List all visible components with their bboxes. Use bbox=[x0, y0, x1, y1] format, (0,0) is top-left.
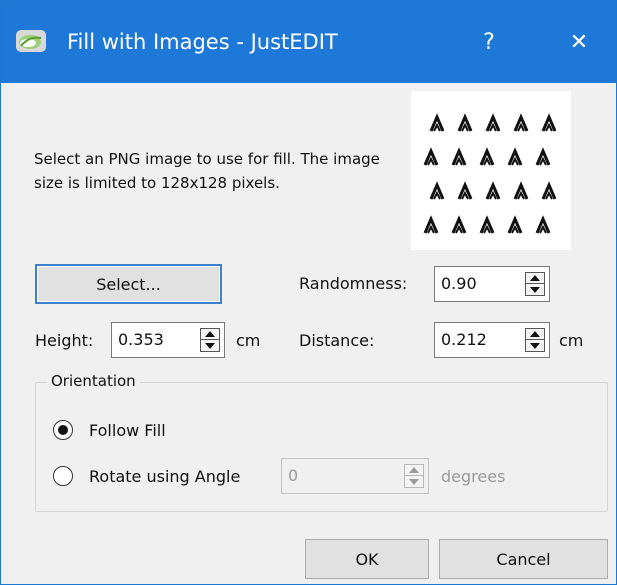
height-increment-icon[interactable] bbox=[201, 329, 219, 340]
preview-glyph bbox=[451, 217, 467, 235]
angle-spinner bbox=[404, 464, 424, 488]
distance-unit: cm bbox=[559, 331, 584, 350]
distance-spinbox[interactable]: 0.212 bbox=[434, 322, 550, 358]
preview-glyph bbox=[541, 183, 557, 201]
preview-glyph bbox=[457, 183, 473, 201]
randomness-label: Randomness: bbox=[299, 274, 408, 293]
height-spinbox[interactable]: 0.353 bbox=[111, 322, 225, 358]
preview-glyph bbox=[451, 149, 467, 167]
angle-increment-icon bbox=[405, 465, 423, 476]
angle-spinbox: 0 bbox=[281, 458, 429, 494]
fill-with-images-dialog: Fill with Images - JustEDIT ? ✕ Select a… bbox=[0, 0, 617, 585]
image-preview bbox=[411, 91, 571, 250]
fill-image-preview bbox=[423, 115, 557, 235]
preview-glyph bbox=[429, 183, 445, 201]
height-value[interactable]: 0.353 bbox=[118, 323, 164, 357]
preview-glyph bbox=[535, 217, 551, 235]
radio-selected-dot bbox=[58, 425, 68, 435]
title-bar[interactable]: Fill with Images - JustEDIT ? ✕ bbox=[1, 1, 616, 83]
preview-glyph bbox=[507, 149, 523, 167]
preview-glyph bbox=[513, 115, 529, 133]
randomness-value[interactable]: 0.90 bbox=[441, 267, 477, 301]
angle-value: 0 bbox=[288, 466, 299, 485]
distance-value[interactable]: 0.212 bbox=[441, 323, 487, 357]
preview-glyph bbox=[535, 149, 551, 167]
preview-glyph bbox=[507, 217, 523, 235]
preview-glyph bbox=[479, 149, 495, 167]
ok-button[interactable]: OK bbox=[305, 539, 429, 579]
preview-glyph bbox=[429, 115, 445, 133]
randomness-spinbox[interactable]: 0.90 bbox=[434, 266, 550, 302]
preview-glyph bbox=[513, 183, 529, 201]
preview-glyph bbox=[485, 115, 501, 133]
height-unit: cm bbox=[236, 331, 261, 350]
preview-glyph bbox=[479, 217, 495, 235]
preview-glyph bbox=[485, 183, 501, 201]
close-button[interactable]: ✕ bbox=[552, 19, 606, 65]
rotate-using-angle-label[interactable]: Rotate using Angle bbox=[89, 467, 240, 486]
rotate-using-angle-radio[interactable] bbox=[53, 466, 73, 486]
angle-decrement-icon bbox=[405, 476, 423, 487]
window-title: Fill with Images - JustEDIT bbox=[67, 30, 338, 54]
follow-fill-radio[interactable] bbox=[53, 420, 73, 440]
height-label: Height: bbox=[35, 331, 94, 350]
orientation-group-title: Orientation bbox=[47, 372, 140, 390]
help-button[interactable]: ? bbox=[462, 19, 516, 65]
height-spinner[interactable] bbox=[200, 328, 220, 352]
randomness-increment-icon[interactable] bbox=[526, 273, 544, 284]
randomness-decrement-icon[interactable] bbox=[526, 284, 544, 295]
angle-unit: degrees bbox=[441, 467, 506, 486]
distance-spinner[interactable] bbox=[525, 328, 545, 352]
follow-fill-label[interactable]: Follow Fill bbox=[89, 421, 166, 440]
preview-glyph bbox=[423, 149, 439, 167]
randomness-spinner[interactable] bbox=[525, 272, 545, 296]
preview-glyph bbox=[541, 115, 557, 133]
preview-glyph bbox=[457, 115, 473, 133]
height-decrement-icon[interactable] bbox=[201, 340, 219, 351]
distance-decrement-icon[interactable] bbox=[526, 340, 544, 351]
preview-glyph bbox=[423, 217, 439, 235]
description-text: Select an PNG image to use for fill. The… bbox=[34, 150, 380, 192]
cancel-button[interactable]: Cancel bbox=[439, 539, 608, 579]
justedit-app-icon bbox=[16, 30, 46, 52]
distance-label: Distance: bbox=[299, 331, 375, 350]
select-image-button[interactable]: Select... bbox=[35, 264, 222, 304]
distance-increment-icon[interactable] bbox=[526, 329, 544, 340]
